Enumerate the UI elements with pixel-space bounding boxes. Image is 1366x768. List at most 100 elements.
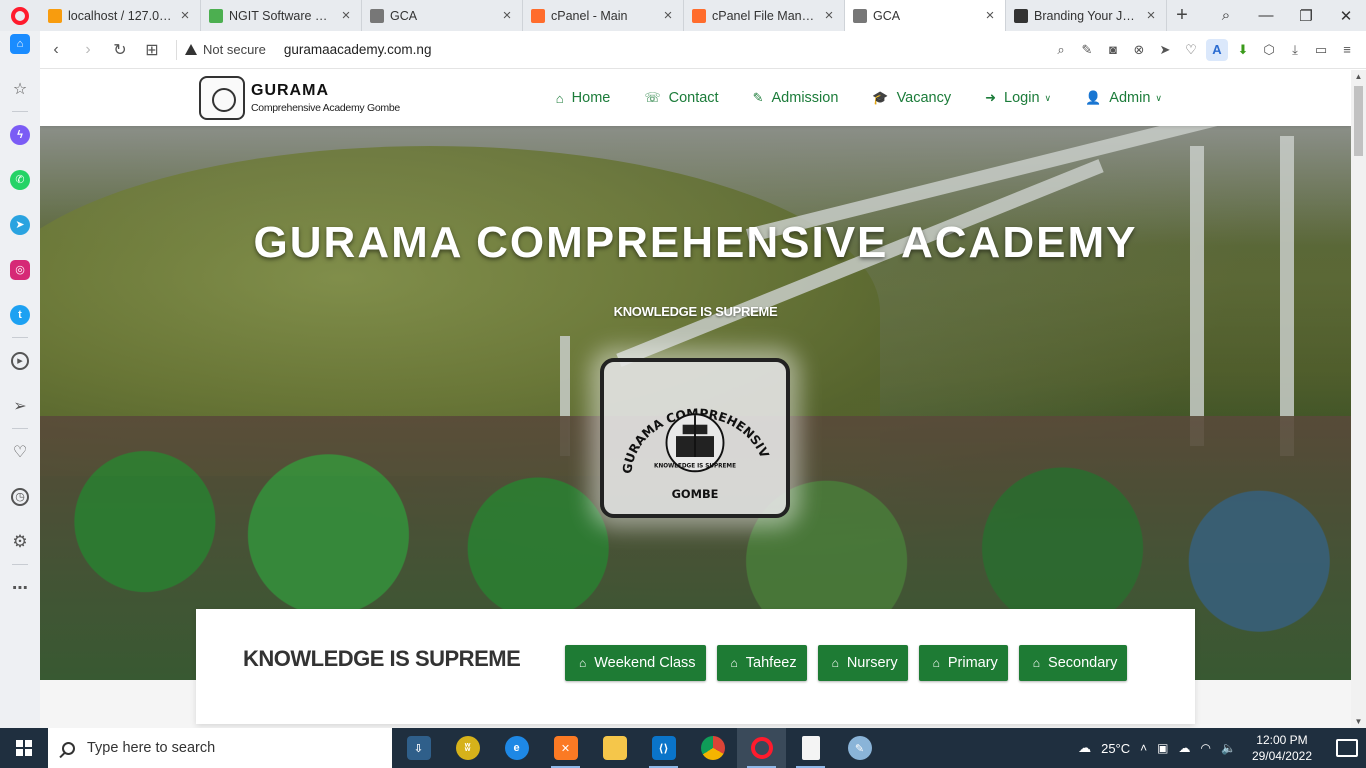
new-tab-button[interactable]: + xyxy=(1167,0,1197,31)
program-button-primary[interactable]: ⌂ Primary xyxy=(918,645,1008,681)
heart-icon[interactable]: ♡ xyxy=(10,442,30,462)
weather-temp[interactable]: 25°C xyxy=(1101,741,1130,756)
battery-icon[interactable]: ▭ xyxy=(1310,39,1332,61)
browser-tab[interactable]: NGIT Software Solutions × xyxy=(201,0,362,31)
history-icon[interactable]: ◷ xyxy=(11,487,29,506)
tab-close-icon[interactable]: × xyxy=(661,7,675,24)
notifications-icon[interactable] xyxy=(1336,739,1358,757)
back-icon[interactable]: ‹ xyxy=(40,41,72,59)
menu-admin-icon: 👤 xyxy=(1085,90,1102,105)
start-button[interactable] xyxy=(0,728,48,768)
browser-tab[interactable]: GCA × xyxy=(845,0,1006,31)
forward-icon[interactable]: › xyxy=(72,41,104,59)
cube-icon[interactable]: ⬡ xyxy=(1258,39,1280,61)
video-download-icon[interactable]: ⬇ xyxy=(1232,39,1254,61)
instagram-icon[interactable]: ◎ xyxy=(10,259,30,280)
minimize-icon[interactable]: — xyxy=(1246,7,1286,24)
taskbar-app-xampp[interactable]: ✕ xyxy=(541,728,590,768)
tabs-overview-icon[interactable]: ⊞ xyxy=(136,40,168,60)
card-motto: KNOWLEDGE IS SUPREME xyxy=(243,646,521,671)
telegram-icon[interactable]: ➤ xyxy=(10,214,30,235)
security-label: Not secure xyxy=(203,42,266,57)
url-field[interactable]: guramaacademy.com.ng xyxy=(284,42,432,57)
program-button-tahfeez[interactable]: ⌂ Tahfeez xyxy=(716,645,807,681)
twitter-icon[interactable]: t xyxy=(10,304,30,325)
main-menu: ⌂ Home ☏ Contact ✎ Admission 🎓 Vacancy ➜ Login ∨ 👤 A… xyxy=(539,70,1179,126)
tab-search-icon[interactable]: ⌕ xyxy=(1206,7,1246,24)
taskbar-app-paint[interactable]: ✎ xyxy=(835,728,884,768)
menu-item-home[interactable]: ⌂ Home xyxy=(539,90,628,106)
menu-login-icon: ➜ xyxy=(985,90,997,105)
tab-close-icon[interactable]: × xyxy=(178,7,192,24)
close-window-icon[interactable]: ✕ xyxy=(1326,7,1366,25)
taskbar-app-edge[interactable]: e xyxy=(492,728,541,768)
page-scrollbar[interactable]: ▲ ▼ xyxy=(1351,70,1366,728)
tab-title: cPanel File Manager xyxy=(712,8,816,23)
more-icon[interactable]: ⋯ xyxy=(10,578,30,598)
program-button-nursery[interactable]: ⌂ Nursery xyxy=(817,645,908,681)
browser-tab[interactable]: Branding Your Journey × xyxy=(1006,0,1167,31)
bookmarks-icon[interactable]: ☆ xyxy=(10,79,30,99)
zoom-icon[interactable]: ⌕ xyxy=(1050,39,1072,61)
browser-tab[interactable]: localhost / 127.0.0.1 × xyxy=(40,0,201,31)
weather-icon[interactable]: ☁ xyxy=(1078,740,1091,756)
restore-icon[interactable]: ❐ xyxy=(1286,7,1326,25)
whatsapp-icon[interactable]: ✆ xyxy=(10,169,30,190)
program-button-label: Primary xyxy=(947,655,998,671)
translate-icon[interactable]: A xyxy=(1206,38,1228,61)
browser-tab[interactable]: cPanel - Main × xyxy=(523,0,684,31)
taskbar-search[interactable]: Type here to search xyxy=(48,728,392,768)
menu-item-contact[interactable]: ☏ Contact xyxy=(627,90,735,106)
tab-close-icon[interactable]: × xyxy=(983,7,997,24)
meet-now-icon[interactable]: ▣ xyxy=(1157,741,1168,755)
taskbar-app-notepad[interactable] xyxy=(786,728,835,768)
home-icon[interactable]: ⌂ xyxy=(10,33,30,54)
onedrive-icon[interactable]: ☁ xyxy=(1179,741,1191,755)
menu-item-label: Login xyxy=(1004,90,1040,106)
menu-item-admin[interactable]: 👤 Admin ∨ xyxy=(1068,90,1179,106)
tab-close-icon[interactable]: × xyxy=(1144,7,1158,24)
adblock-icon[interactable]: ⊗ xyxy=(1128,39,1150,61)
messenger-icon[interactable]: ϟ xyxy=(10,124,30,145)
scrollbar-thumb[interactable] xyxy=(1354,86,1363,156)
volume-icon[interactable]: 🔈 xyxy=(1221,741,1236,755)
edit-icon[interactable]: ✎ xyxy=(1076,39,1098,61)
site-brand[interactable]: GURAMA Comprehensive Academy Gombe xyxy=(199,76,400,120)
browser-tab[interactable]: cPanel File Manager × xyxy=(684,0,845,31)
scroll-down-icon[interactable]: ▼ xyxy=(1354,717,1363,726)
taskbar-app-file-explorer[interactable] xyxy=(590,728,639,768)
reload-icon[interactable]: ↻ xyxy=(104,40,136,60)
show-hidden-icons-icon[interactable]: ˄ xyxy=(1140,741,1147,755)
menu-item-admission[interactable]: ✎ Admission xyxy=(736,90,856,106)
taskbar-app-installer[interactable]: ⇩ xyxy=(394,728,443,768)
tab-close-icon[interactable]: × xyxy=(500,7,514,24)
browser-tab[interactable]: GCA × xyxy=(362,0,523,31)
program-button-weekend-class[interactable]: ⌂ Weekend Class xyxy=(565,645,706,681)
taskbar-app-opera[interactable] xyxy=(737,728,786,768)
chrome-icon xyxy=(700,736,725,760)
send-icon[interactable]: ➤ xyxy=(1154,39,1176,61)
address-divider xyxy=(176,39,177,60)
taskbar-clock[interactable]: 12:00 PM 29/04/2022 xyxy=(1246,732,1318,764)
tab-close-icon[interactable]: × xyxy=(822,7,836,24)
player-icon[interactable]: ▸ xyxy=(11,351,29,370)
scroll-up-icon[interactable]: ▲ xyxy=(1354,72,1363,81)
downloads-icon[interactable]: ⤓ xyxy=(1284,39,1306,61)
menu-item-login[interactable]: ➜ Login ∨ xyxy=(968,90,1068,106)
taskbar-app-winamp[interactable]: ʬ xyxy=(443,728,492,768)
camera-icon[interactable]: ◙ xyxy=(1102,39,1124,61)
tab-close-icon[interactable]: × xyxy=(339,7,353,24)
taskbar-app-chrome[interactable] xyxy=(688,728,737,768)
settings-icon[interactable]: ⚙ xyxy=(10,532,30,552)
security-indicator[interactable]: Not secure xyxy=(185,42,266,57)
menu-contact-icon: ☏ xyxy=(644,90,661,105)
send-icon[interactable]: ➢ xyxy=(10,396,30,416)
taskbar-app-vscode[interactable]: ⟨⟩ xyxy=(639,728,688,768)
hero-structure xyxy=(1280,136,1294,456)
network-icon[interactable]: ◠ xyxy=(1201,741,1211,755)
easy-setup-icon[interactable]: ≡ xyxy=(1336,39,1358,61)
tab-title: localhost / 127.0.0.1 xyxy=(68,8,172,23)
program-button-secondary[interactable]: ⌂ Secondary xyxy=(1018,645,1128,681)
heart-icon[interactable]: ♡ xyxy=(1180,39,1202,61)
menu-item-vacancy[interactable]: 🎓 Vacancy xyxy=(855,90,968,106)
